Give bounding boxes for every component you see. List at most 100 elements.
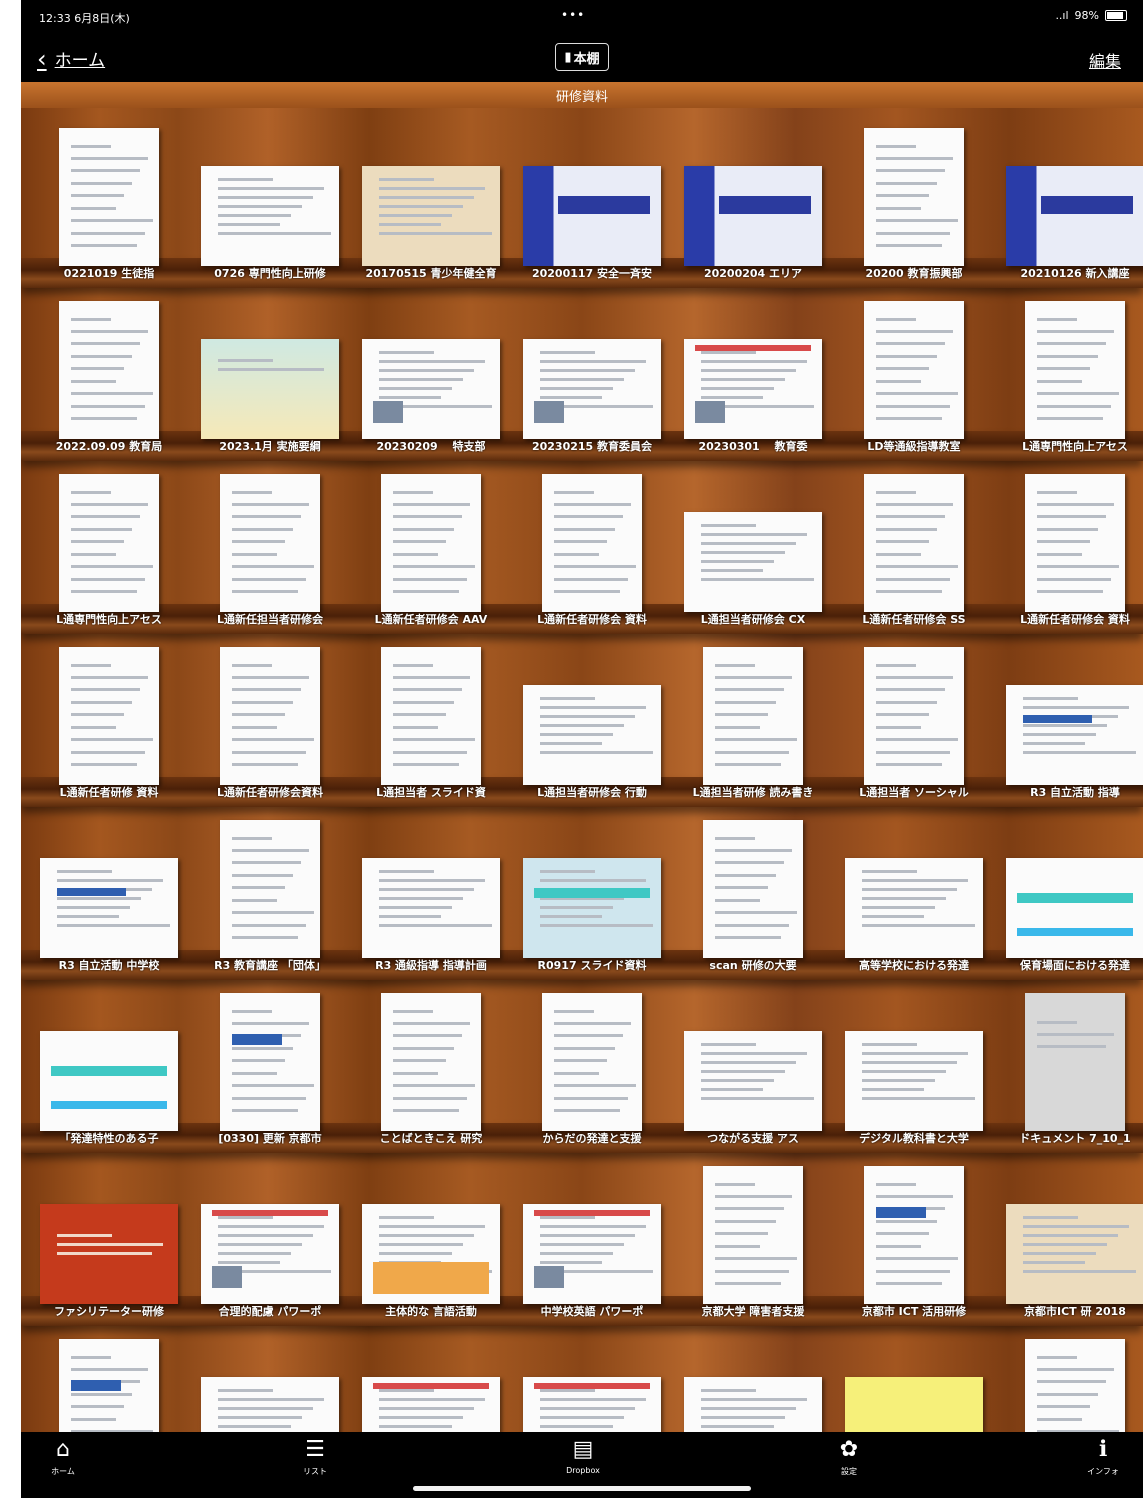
book-cover[interactable] [864, 647, 964, 785]
book-cover[interactable] [381, 993, 481, 1131]
book-item[interactable]: 「発達特性のある子 [29, 975, 189, 1147]
book-item[interactable]: 主体的な 言語活動 [351, 1148, 511, 1320]
book-cover[interactable] [703, 820, 803, 958]
book-cover[interactable] [523, 858, 661, 958]
book-cover[interactable] [40, 1031, 178, 1131]
book-item[interactable]: つながる支援 アス [673, 975, 833, 1147]
book-item[interactable] [29, 1321, 189, 1432]
book-cover[interactable] [523, 166, 661, 266]
book-cover[interactable] [362, 1204, 500, 1304]
book-cover[interactable] [1025, 1339, 1125, 1432]
book-cover[interactable] [864, 1166, 964, 1304]
book-item[interactable]: からだの発達と支援 [512, 975, 672, 1147]
book-item[interactable]: R0917 スライド資料 [512, 802, 672, 974]
book-item[interactable]: [0330] 更新 京都市 [190, 975, 350, 1147]
bookshelf-title-button[interactable]: ▮ 本棚 [555, 43, 609, 71]
tab-info[interactable]: ℹ インフォ [1063, 1436, 1143, 1477]
book-cover[interactable] [684, 1377, 822, 1432]
book-item[interactable]: 合理的配慮 パワーポ [190, 1148, 350, 1320]
book-item[interactable]: ドキュメント 7_10_1 [995, 975, 1143, 1147]
book-cover[interactable] [1006, 166, 1143, 266]
book-cover[interactable] [542, 474, 642, 612]
book-item[interactable]: ことばときこえ 研究 [351, 975, 511, 1147]
book-cover[interactable] [220, 474, 320, 612]
book-cover[interactable] [1006, 858, 1143, 958]
book-item[interactable]: L通新任者研修会 AAV [351, 456, 511, 628]
book-cover[interactable] [523, 339, 661, 439]
multitask-dots[interactable]: ••• [561, 8, 585, 22]
book-item[interactable]: L通担当者研修 読み書き [673, 629, 833, 801]
book-item[interactable]: R3 教育講座 「団体」 [190, 802, 350, 974]
book-cover[interactable] [220, 647, 320, 785]
book-item[interactable]: L通担当者研修会 CX [673, 456, 833, 628]
book-cover[interactable] [1025, 474, 1125, 612]
tab-list[interactable]: ☰ リスト [275, 1436, 355, 1477]
book-item[interactable]: 20170515 青少年健全育 [351, 110, 511, 282]
book-cover[interactable] [523, 1377, 661, 1432]
book-cover[interactable] [1006, 685, 1143, 785]
book-cover[interactable] [40, 1204, 178, 1304]
book-cover[interactable] [864, 301, 964, 439]
book-cover[interactable] [40, 858, 178, 958]
book-cover[interactable] [362, 858, 500, 958]
book-item[interactable]: L通専門性向上アセス [29, 456, 189, 628]
book-item[interactable]: デジタル教科書と大学 [834, 975, 994, 1147]
book-item[interactable]: L通新任者研修会 資料 [995, 456, 1143, 628]
book-cover[interactable] [1025, 993, 1125, 1131]
book-item[interactable]: 20200204 エリア [673, 110, 833, 282]
book-item[interactable]: 2022.09.09 教育局 [29, 283, 189, 455]
book-cover[interactable] [523, 1204, 661, 1304]
tab-home[interactable]: ⌂ ホーム [23, 1436, 103, 1477]
book-item[interactable]: 高等学校における発達 [834, 802, 994, 974]
book-item[interactable]: L通専門性向上アセス [995, 283, 1143, 455]
book-item[interactable]: L通新任者研修 資料 [29, 629, 189, 801]
book-cover[interactable] [864, 474, 964, 612]
book-item[interactable]: ファシリテーター研修 [29, 1148, 189, 1320]
book-item[interactable]: 20230301 教育委 [673, 283, 833, 455]
book-cover[interactable] [381, 474, 481, 612]
back-button[interactable]: ‹ ホーム [37, 46, 105, 72]
book-cover[interactable] [201, 339, 339, 439]
book-item[interactable] [351, 1321, 511, 1432]
bookshelf[interactable]: 研修資料 0221019 生徒指 0726 専門性向上研修 20170515 青少年… [21, 82, 1143, 1432]
book-item[interactable]: 20200117 安全一斉安 [512, 110, 672, 282]
book-cover[interactable] [220, 993, 320, 1131]
book-cover[interactable] [362, 166, 500, 266]
book-item[interactable]: L通新任者研修会資料 [190, 629, 350, 801]
book-item[interactable]: 2023.1月 実施要綱 [190, 283, 350, 455]
book-item[interactable]: scan 研修の大要 [673, 802, 833, 974]
book-item[interactable]: 保育場面における発達 [995, 802, 1143, 974]
book-cover[interactable] [684, 166, 822, 266]
book-item[interactable]: R3 自立活動 中学校 [29, 802, 189, 974]
book-cover[interactable] [59, 474, 159, 612]
book-cover[interactable] [845, 1377, 983, 1432]
book-item[interactable] [834, 1321, 994, 1432]
book-cover[interactable] [703, 647, 803, 785]
book-cover[interactable] [362, 339, 500, 439]
book-item[interactable]: R3 自立活動 指導 [995, 629, 1143, 801]
book-item[interactable]: 20230215 教育委員会 [512, 283, 672, 455]
book-item[interactable] [995, 1321, 1143, 1432]
book-item[interactable]: L通新任者研修会 SS [834, 456, 994, 628]
book-item[interactable]: 0726 専門性向上研修 [190, 110, 350, 282]
book-item[interactable]: 20210126 新入講座 [995, 110, 1143, 282]
book-item[interactable]: 20230209 特支部 [351, 283, 511, 455]
book-cover[interactable] [201, 166, 339, 266]
book-cover[interactable] [59, 301, 159, 439]
book-item[interactable] [673, 1321, 833, 1432]
book-cover[interactable] [703, 1166, 803, 1304]
book-cover[interactable] [845, 1031, 983, 1131]
book-item[interactable]: 京都市ICT 研 2018 [995, 1148, 1143, 1320]
book-cover[interactable] [864, 128, 964, 266]
book-cover[interactable] [523, 685, 661, 785]
book-cover[interactable] [59, 128, 159, 266]
book-cover[interactable] [362, 1377, 500, 1432]
book-item[interactable]: LD等通級指導教室 [834, 283, 994, 455]
book-item[interactable] [190, 1321, 350, 1432]
book-item[interactable]: 0221019 生徒指 [29, 110, 189, 282]
book-item[interactable]: 20200 教育振興部 [834, 110, 994, 282]
book-item[interactable]: 京都大学 障害者支援 [673, 1148, 833, 1320]
book-cover[interactable] [542, 993, 642, 1131]
book-item[interactable]: 京都市 ICT 活用研修 [834, 1148, 994, 1320]
book-item[interactable] [512, 1321, 672, 1432]
